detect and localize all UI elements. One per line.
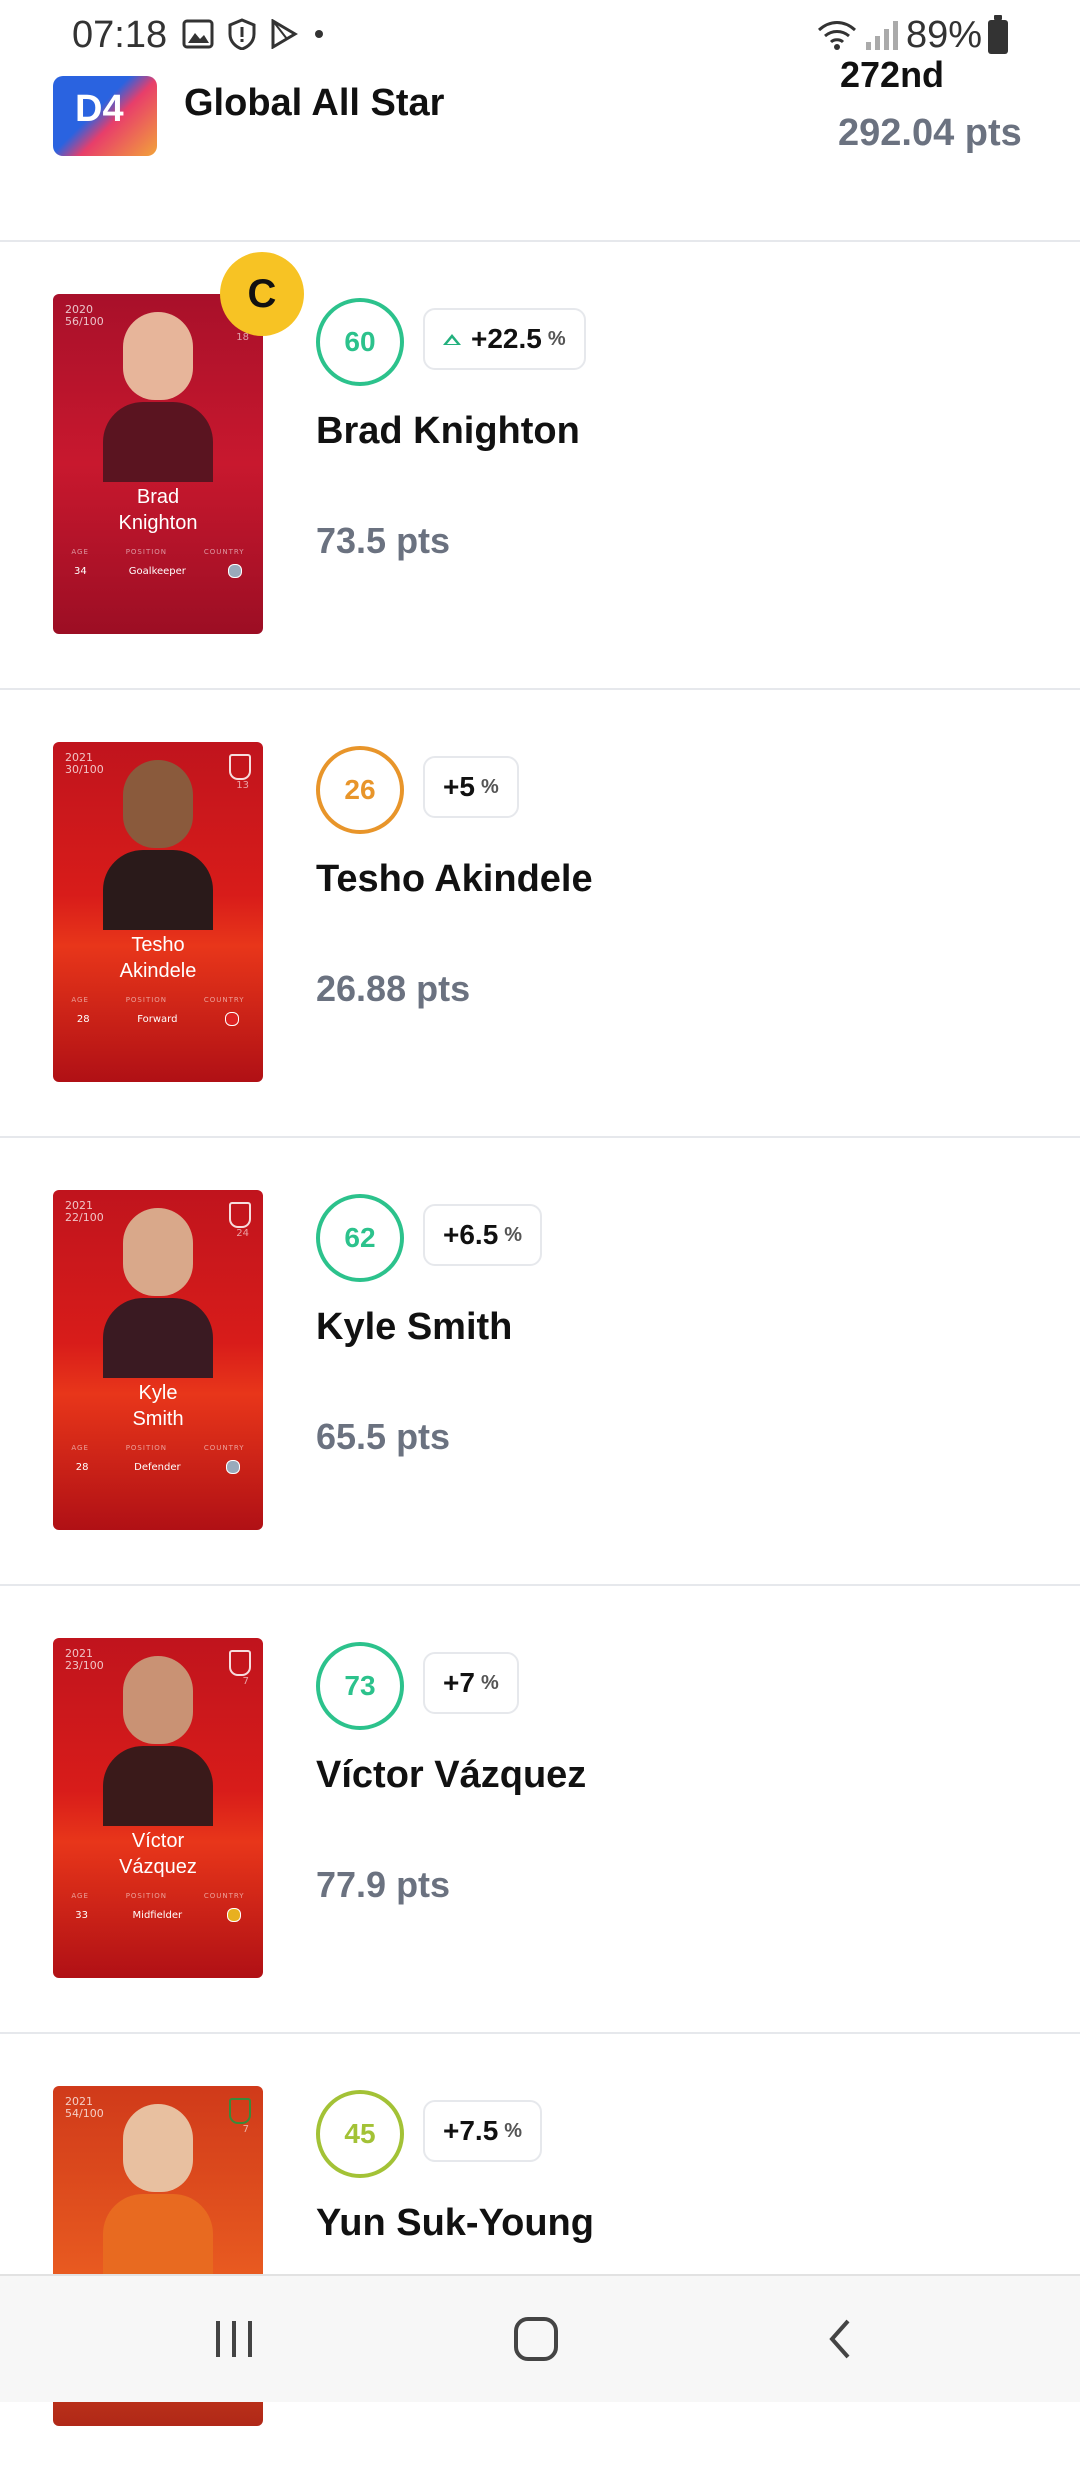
home-button[interactable] xyxy=(496,2306,576,2372)
player-row[interactable]: 2021 30/100 13 Tesho Akindele AGE POSITION… xyxy=(0,690,1080,1138)
league-name: Global All Star xyxy=(184,82,445,124)
back-button[interactable] xyxy=(800,2306,880,2372)
country-flag-icon xyxy=(225,1012,240,1026)
bonus-badge: +6.5% xyxy=(423,1204,543,1266)
player-row[interactable]: 2021 23/100 7 Víctor Vázquez AGE POSITION C… xyxy=(0,1586,1080,2034)
player-name: Kyle Smith xyxy=(316,1306,513,1348)
player-portrait xyxy=(103,1656,213,1826)
player-portrait xyxy=(103,760,213,930)
back-icon xyxy=(829,2319,850,2359)
bonus-badge: +5% xyxy=(423,756,519,818)
total-points: 292.04 pts xyxy=(838,112,1022,154)
home-icon xyxy=(514,2317,558,2361)
card-edition: 2021 30/100 xyxy=(65,751,104,776)
wifi-icon xyxy=(817,21,857,50)
card-player-name: Tesho Akindele xyxy=(119,934,197,982)
player-score: 45 xyxy=(316,2090,404,2178)
status-time: 07:18 xyxy=(72,14,168,56)
card-edition: 2021 54/100 xyxy=(65,2095,104,2120)
system-nav-bar xyxy=(0,2274,1080,2402)
country-flag-icon xyxy=(226,1908,241,1922)
signal-icon xyxy=(866,21,898,50)
card-number: 7 xyxy=(242,1676,249,1687)
card-number: 13 xyxy=(236,780,249,791)
bonus-badge: +7.5% xyxy=(423,2100,543,2162)
bonus-badge: +7% xyxy=(423,1652,519,1714)
card-player-name: Víctor Vázquez xyxy=(119,1830,197,1878)
player-card[interactable]: 2021 30/100 13 Tesho Akindele AGE POSITION… xyxy=(53,742,263,1082)
player-card[interactable]: 2021 23/100 7 Víctor Vázquez AGE POSITION C… xyxy=(53,1638,263,1978)
card-serial: 56/100 xyxy=(65,315,104,328)
battery-icon xyxy=(988,15,1008,54)
player-name: Víctor Vázquez xyxy=(316,1754,587,1796)
card-meta-labels: AGE POSITION COUNTRY xyxy=(71,996,245,1004)
recent-apps-icon xyxy=(216,2321,252,2357)
club-crest-icon xyxy=(229,1650,251,1676)
player-row[interactable]: 2021 22/100 24 Kyle Smith AGE POSITION COUN… xyxy=(0,1138,1080,1586)
card-player-name: Kyle Smith xyxy=(132,1382,184,1430)
club-crest-icon xyxy=(229,754,251,780)
player-points: 77.9 pts xyxy=(316,1864,451,1905)
player-name: Brad Knighton xyxy=(316,410,580,452)
player-portrait xyxy=(103,2104,213,2274)
card-number: 7 xyxy=(242,2124,249,2135)
card-meta: 28 Defender xyxy=(53,1460,263,1474)
club-crest-icon xyxy=(229,1202,251,1228)
play-store-icon xyxy=(271,19,298,49)
card-edition: 2021 22/100 xyxy=(65,1199,104,1224)
player-score: 62 xyxy=(316,1194,404,1282)
alert-shield-icon xyxy=(228,18,256,50)
country-flag-icon xyxy=(227,564,242,578)
card-edition: 2021 23/100 xyxy=(65,1647,104,1672)
notification-icons xyxy=(182,18,326,50)
player-points: 26.88 pts xyxy=(316,968,471,1009)
card-meta: 28 Forward xyxy=(53,1012,263,1026)
division-logo: D4 xyxy=(53,76,157,156)
country-flag-icon xyxy=(226,1460,241,1474)
captain-badge: C xyxy=(220,252,304,336)
player-points: 65.5 pts xyxy=(316,1416,451,1457)
bonus-badge: +22.5% xyxy=(423,308,586,370)
trend-up-icon xyxy=(443,333,461,345)
player-row[interactable]: 2021 54/100 7 45 +7.5% Yun Suk-Young xyxy=(0,2034,1080,2480)
league-rank: 272nd xyxy=(840,54,945,95)
player-points: 73.5 pts xyxy=(316,520,451,561)
dot-icon xyxy=(315,30,323,38)
player-name: Yun Suk-Young xyxy=(316,2202,594,2244)
card-meta: 33 Midfielder xyxy=(53,1908,263,1922)
player-portrait xyxy=(103,312,213,482)
image-icon xyxy=(182,19,214,49)
club-crest-icon xyxy=(229,2098,251,2124)
card-meta: 34 Goalkeeper xyxy=(53,564,263,578)
recent-apps-button[interactable] xyxy=(194,2306,274,2372)
card-player-name: Brad Knighton xyxy=(118,486,198,534)
league-header: D4 Global All Star 272nd 292.04 pts xyxy=(0,54,1080,242)
card-number: 24 xyxy=(236,1228,249,1239)
card-number: 18 xyxy=(236,332,249,343)
player-score: 26 xyxy=(316,746,404,834)
card-meta-labels: AGE POSITION COUNTRY xyxy=(71,1892,245,1900)
player-score: 60 xyxy=(316,298,404,386)
battery-percent: 89% xyxy=(906,14,983,56)
card-edition: 2020 56/100 xyxy=(65,304,104,328)
player-card[interactable]: 2020 56/100 18 Brad Knighton AGE POSITION C… xyxy=(53,294,263,634)
connectivity-icons xyxy=(816,18,902,52)
division-logo-text: D4 xyxy=(75,88,124,130)
player-portrait xyxy=(103,1208,213,1378)
card-meta-labels: AGE POSITION COUNTRY xyxy=(71,548,245,556)
card-meta-labels: AGE POSITION COUNTRY xyxy=(71,1444,245,1452)
player-name: Tesho Akindele xyxy=(316,858,593,900)
player-row[interactable]: 2020 56/100 18 Brad Knighton AGE POSITION C… xyxy=(0,242,1080,690)
player-score: 73 xyxy=(316,1642,404,1730)
player-card[interactable]: 2021 22/100 24 Kyle Smith AGE POSITION COUN… xyxy=(53,1190,263,1530)
